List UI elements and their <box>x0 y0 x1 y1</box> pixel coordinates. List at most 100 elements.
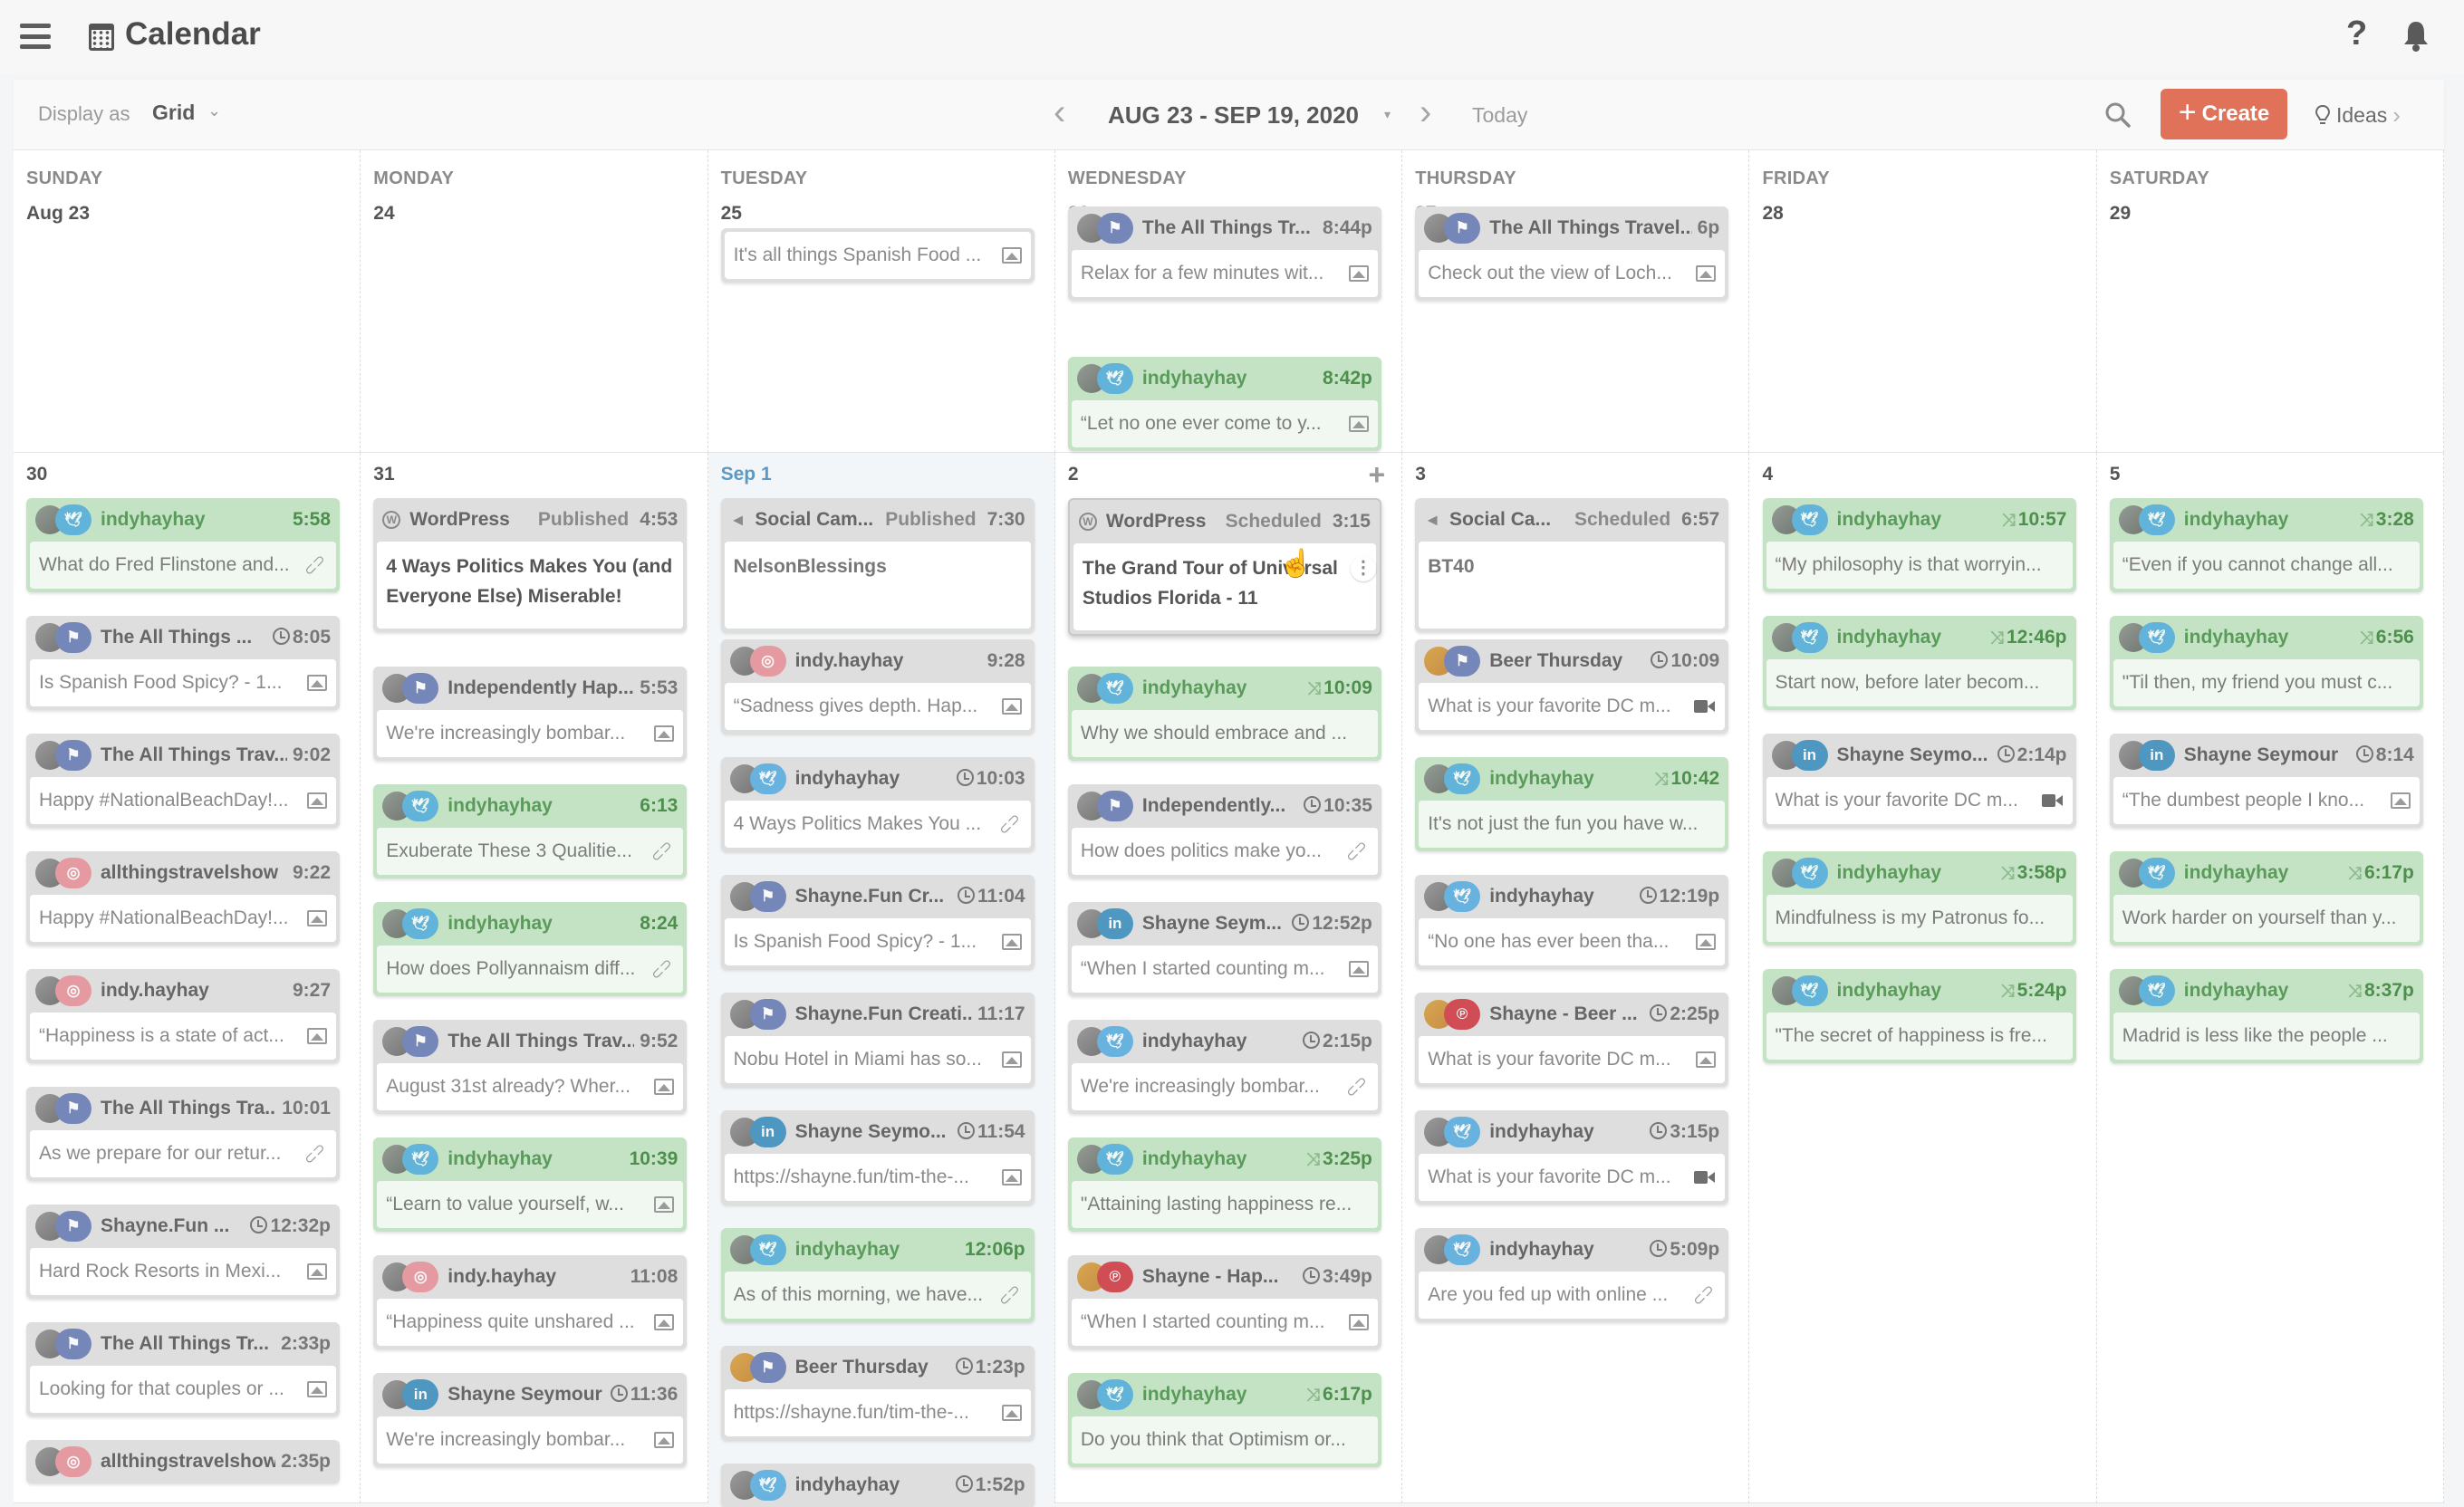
day-cell[interactable]: Sep 1 ◄ Social Cam... Published 7:30 NelsonBl… <box>707 453 1055 1507</box>
twitter-icon: 🕊 <box>1096 673 1133 704</box>
post-card[interactable]: W WordPress Published 4:53 4 Ways Politics M… <box>373 498 688 632</box>
day-cell[interactable]: 30 🕊 indyhayhay 5:58 What do Fred Flinstone … <box>14 453 361 1503</box>
post-card[interactable]: ⚑ Shayne.Fun Creati... 11:17 Nobu Hotel in … <box>720 993 1035 1087</box>
post-card[interactable]: 🕊 indyhayhay ⤨ 10:42 It's not just the fun y… <box>1415 757 1729 851</box>
post-card[interactable]: ⚑ Shayne.Fun ... 12:32p Hard Rock Resorts i… <box>26 1205 340 1299</box>
post-card[interactable]: 🕊 indyhayhay 10:03 4 Ways Politics Makes Yo… <box>720 757 1035 851</box>
post-card[interactable]: 🕊 indyhayhay 8:42p “Let no one ever come to… <box>1067 357 1381 451</box>
post-card[interactable]: 🕊 indyhayhay ⤨ 3:28 “Even if you cannot chan… <box>2109 498 2423 592</box>
post-card[interactable]: 🕊 indyhayhay ⤨ 6:17p Work harder on yourself… <box>2109 851 2423 945</box>
post-card[interactable]: 🕊 indyhayhay 12:19p “No one has ever been t… <box>1415 875 1729 969</box>
add-post-button[interactable]: + <box>1369 458 1386 492</box>
day-cell[interactable]: THURSDAY27⚑The All Things Travel...6pChe… <box>1402 150 1750 453</box>
post-card[interactable]: ⚑ The All Things Tr... 8:44p Relax for a fe… <box>1067 206 1381 301</box>
post-card[interactable]: in Shayne Seym... 12:52p “When I started co… <box>1067 902 1381 996</box>
post-card[interactable]: 🕊 indyhayhay ⤨ 6:17p Do you think that Optim… <box>1067 1373 1381 1467</box>
post-card[interactable]: 🕊 indyhayhay 6:13 Exuberate These 3 Qualiti… <box>373 784 688 878</box>
post-card[interactable]: 🕊 indyhayhay ⤨ 10:09 Why we should embrace a… <box>1067 667 1381 761</box>
post-card[interactable]: ⚑ Beer Thursday 10:09 What is your favorite… <box>1415 639 1729 734</box>
bell-icon[interactable] <box>2402 20 2430 53</box>
post-card[interactable]: 🕊 indyhayhay ⤨ 3:25p "Attaining lasting happ… <box>1067 1137 1381 1232</box>
day-cell[interactable]: WEDNESDAY26⚑The All Things Tr...8:44pRel… <box>1055 150 1403 453</box>
day-cell[interactable]: 2 + W WordPress Scheduled 3:15 The Grand Tour … <box>1055 453 1403 1503</box>
post-card[interactable]: 🕊 indyhayhay 8:24 How does Pollyannaism dif… <box>373 902 688 996</box>
post-card[interactable]: ⚑ The All Things Trav... 9:02 Happy #Nation… <box>26 734 340 828</box>
post-card[interactable]: ◄ Social Ca... Scheduled 6:57 BT40 <box>1415 498 1729 632</box>
ideas-button[interactable]: Ideas › <box>2315 101 2401 130</box>
next-range-button[interactable]: › <box>1420 92 1431 133</box>
post-card[interactable]: ⚑ Independently... 10:35 How does politics … <box>1067 784 1381 878</box>
post-card[interactable]: ⚑ Shayne.Fun Cr... 11:04 Is Spanish Food Sp… <box>720 875 1035 969</box>
post-card[interactable]: in Shayne Seymour 11:36 We're increasingly … <box>373 1373 688 1467</box>
instagram-icon: ◎ <box>55 858 91 888</box>
post-card[interactable]: 🕊 indyhayhay 5:09p Are you fed up with onli… <box>1415 1228 1729 1322</box>
post-card[interactable]: ⚑ The All Things Tr... 2:33p Looking for th… <box>26 1322 340 1416</box>
post-card[interactable]: ⚑ The All Things ... 8:05 Is Spanish Food S… <box>26 616 340 710</box>
post-card[interactable]: ◄ Social Cam... Published 7:30 NelsonBlessin… <box>720 498 1035 632</box>
post-card[interactable]: ⚑ The All Things Trav... 9:52 August 31st a… <box>373 1020 688 1114</box>
post-card[interactable]: in Shayne Seymo... 2:14p What is your favor… <box>1762 734 2076 828</box>
post-card[interactable]: 🕊 indyhayhay ⤨ 3:58p Mindfulness is my Patro… <box>1762 851 2076 945</box>
post-card[interactable]: 🕊 indyhayhay ⤨ 10:57 “My philosophy is that … <box>1762 498 2076 592</box>
post-card-header: 🕊 indyhayhay 10:03 <box>721 757 1035 801</box>
post-card-body: What is your favorite DC m... <box>1766 777 2073 824</box>
post-card[interactable]: 🕊 indyhayhay 10:39 “Learn to value yourself… <box>373 1137 688 1232</box>
post-card[interactable]: 🕊 indyhayhay ⤨ 12:46p Start now, before late… <box>1762 616 2076 710</box>
post-card[interactable]: It's all things Spanish Food ... <box>720 228 1035 283</box>
post-card[interactable]: ⚑ Independently Hap... 5:53 We're increasin… <box>373 667 688 761</box>
post-card[interactable]: 🕊 indyhayhay 3:15p What is your favorite DC… <box>1415 1110 1729 1205</box>
search-icon[interactable] <box>2104 101 2132 129</box>
day-cell[interactable]: MONDAY 24 <box>361 150 708 453</box>
help-icon[interactable]: ? <box>2346 14 2367 53</box>
day-cell[interactable]: 5 🕊 indyhayhay ⤨ 3:28 “Even if you cannot cha… <box>2097 453 2445 1503</box>
post-card[interactable]: 🕊 indyhayhay 2:15p We're increasingly bomba… <box>1067 1020 1381 1114</box>
post-card[interactable]: W WordPress Scheduled 3:15 The Grand Tour of… <box>1067 498 1381 636</box>
post-card[interactable]: ⚑ Beer Thursday 1:23p https://shayne.fun/ti… <box>720 1346 1035 1440</box>
account-avatar: 🕊 <box>2118 858 2179 888</box>
account-name: Shayne Seymour <box>448 1384 602 1405</box>
post-card[interactable]: ⚑ The All Things Tra... 10:01 As we prepare… <box>26 1087 340 1181</box>
post-card-body: Start now, before later becom... <box>1766 659 2073 706</box>
chevron-down-icon[interactable]: ⌄ <box>207 101 221 120</box>
account-avatar: 🕊 <box>1424 1234 1484 1265</box>
post-time: 11:36 <box>610 1384 678 1406</box>
day-cell[interactable]: 3 ◄ Social Ca... Scheduled 6:57 BT40 ⚑ Beer Thu… <box>1402 453 1750 1503</box>
post-card[interactable]: ◎ indy.hayhay 9:28 “Sadness gives depth. Ha… <box>720 639 1035 734</box>
more-options-button[interactable]: ⋮ <box>1350 556 1376 581</box>
post-card[interactable]: ◎ allthingstravelshow 9:22 Happy #NationalB… <box>26 851 340 945</box>
post-card[interactable]: 🕊 indyhayhay ⤨ 6:56 "Til then, my friend you… <box>2109 616 2423 710</box>
day-cell[interactable]: FRIDAY 28 <box>1750 150 2097 453</box>
today-button[interactable]: Today <box>1472 103 1527 128</box>
day-cell[interactable]: 4 🕊 indyhayhay ⤨ 10:57 “My philosophy is that… <box>1750 453 2097 1503</box>
post-card[interactable]: ℗ Shayne - Hap... 3:49p “When I started cou… <box>1067 1255 1381 1349</box>
account-avatar: ⚑ <box>35 622 95 653</box>
caret-down-icon[interactable]: ▾ <box>1384 107 1391 122</box>
post-card[interactable]: ⚑ The All Things Travel... 6p Check out the… <box>1415 206 1729 301</box>
day-cell[interactable]: SUNDAY Aug 23 <box>14 150 361 453</box>
hamburger-menu-icon[interactable] <box>20 24 51 49</box>
day-cell[interactable]: TUESDAY 25 It's all things Spanish Food ..… <box>708 150 1055 453</box>
post-card-header: ⚑ The All Things Trav... 9:02 <box>26 734 340 777</box>
post-card[interactable]: 🕊 indyhayhay 5:58 What do Fred Flinstone an… <box>26 498 340 592</box>
post-card[interactable]: 🕊 indyhayhay ⤨ 8:37p Madrid is less like the… <box>2109 969 2423 1063</box>
post-card[interactable]: 🕊 indyhayhay 1:52p <box>720 1464 1035 1507</box>
date-range-picker[interactable]: AUG 23 - SEP 19, 2020 <box>1108 101 1359 130</box>
post-card[interactable]: in Shayne Seymour 8:14 “The dumbest people … <box>2109 734 2423 828</box>
day-cell[interactable]: 31 W WordPress Published 4:53 4 Ways Politics… <box>361 453 708 1503</box>
account-avatar: ⚑ <box>729 881 790 912</box>
post-card[interactable]: ℗ Shayne - Beer ... 2:25p What is your favo… <box>1415 993 1729 1087</box>
post-card-body: “When I started counting m... <box>1071 945 1378 993</box>
account-avatar: in <box>1771 740 1832 771</box>
post-card[interactable]: ◎ indy.hayhay 11:08 “Happiness quite unshar… <box>373 1255 688 1349</box>
create-button[interactable]: + Create <box>2161 89 2287 139</box>
post-card[interactable]: in Shayne Seymo... 11:54 https://shayne.fun… <box>720 1110 1035 1205</box>
previous-range-button[interactable]: ‹ <box>1054 92 1065 133</box>
account-name: Independently Hap... <box>448 677 634 698</box>
post-card[interactable]: ◎ allthingstravelshow 2:35p <box>26 1440 340 1483</box>
display-mode-select[interactable]: Grid <box>152 101 195 125</box>
post-card[interactable]: 🕊 indyhayhay 12:06p As of this morning, we … <box>720 1228 1035 1322</box>
post-card[interactable]: 🕊 indyhayhay ⤨ 5:24p "The secret of happines… <box>1762 969 2076 1063</box>
account-name: indyhayhay <box>794 768 900 789</box>
day-cell[interactable]: SATURDAY 29 <box>2097 150 2445 453</box>
post-card[interactable]: ◎ indy.hayhay 9:27 “Happiness is a state of… <box>26 969 340 1063</box>
